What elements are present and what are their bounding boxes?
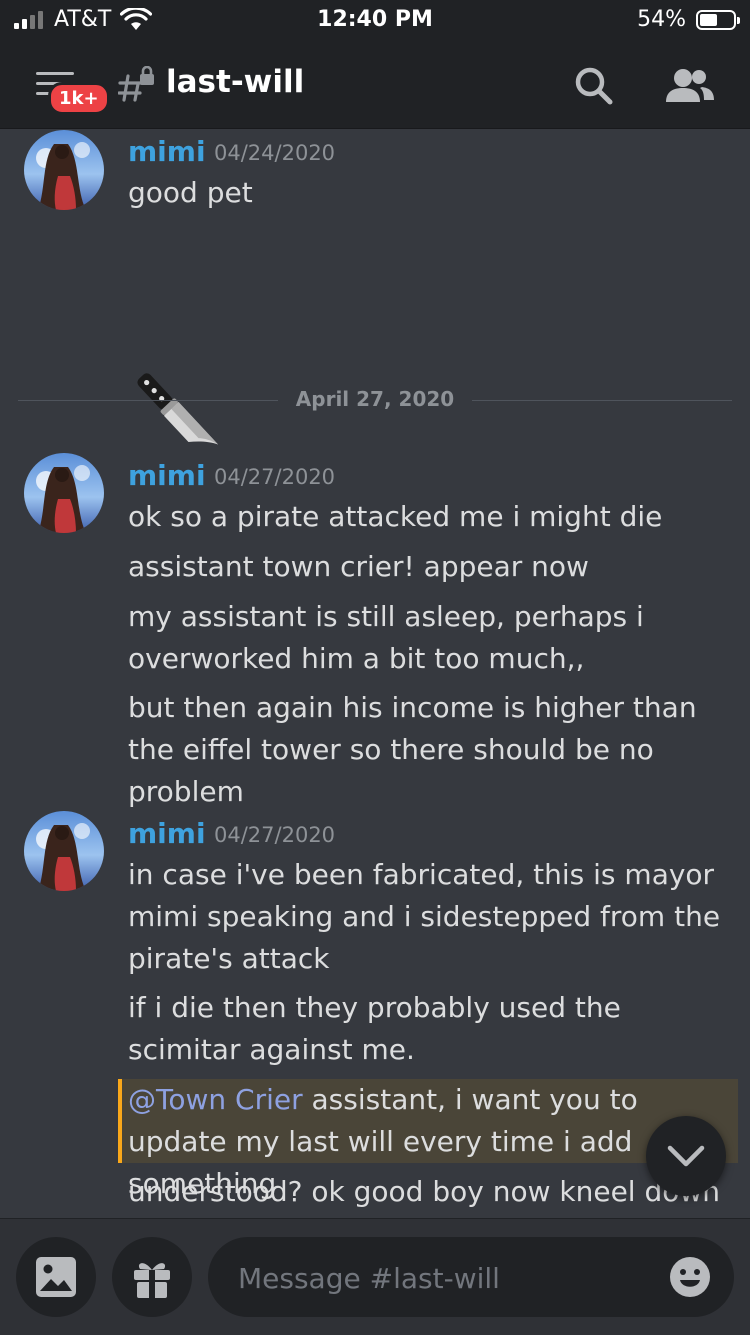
message-text: my assistant is still asleep, perhaps i … [128, 600, 644, 675]
username[interactable]: mimi [128, 135, 206, 168]
members-icon [666, 69, 714, 102]
jump-to-bottom-button[interactable] [646, 1116, 726, 1196]
menu-button[interactable]: 1k+ [30, 68, 110, 116]
message-list[interactable]: mimi 04/24/2020 good pet April 27, 2020 [0, 129, 750, 1218]
search-icon [575, 67, 613, 105]
avatar[interactable] [24, 130, 104, 210]
status-bar: AT&T 12:40 PM 54% [0, 0, 750, 42]
battery-percent: 54% [637, 7, 686, 32]
timestamp: 04/27/2020 [214, 823, 336, 847]
message-composer [0, 1218, 750, 1335]
timestamp: 04/27/2020 [214, 465, 336, 489]
message-input-container[interactable] [208, 1237, 734, 1319]
emoji-icon [670, 1257, 710, 1297]
gift-icon [134, 1263, 170, 1298]
timestamp: 04/24/2020 [214, 141, 336, 165]
chevron-down-icon [667, 1145, 705, 1167]
kitchen-knife-icon [128, 361, 224, 471]
message-text: ok so a pirate attacked me i might die [128, 500, 663, 533]
message-input[interactable] [236, 1237, 650, 1319]
message-text: but then again his income is higher than… [128, 691, 697, 808]
message-text: in case i've been fabricated, this is ma… [128, 858, 721, 975]
channel-name[interactable]: last-will [166, 64, 304, 100]
avatar[interactable] [24, 811, 104, 891]
locked-channel-icon [117, 65, 158, 108]
message-text: @Town Crier assistant, i want you to upd… [128, 1079, 728, 1205]
gift-button[interactable] [112, 1237, 192, 1317]
avatar[interactable] [24, 453, 104, 533]
battery-icon [696, 10, 740, 30]
message-text: if i die then they probably used the sci… [128, 991, 621, 1066]
date-divider: April 27, 2020 [0, 387, 750, 411]
message-text: good pet [128, 176, 253, 209]
username[interactable]: mimi [128, 459, 206, 492]
user-mention[interactable]: @Town Crier [128, 1083, 303, 1116]
upload-image-button[interactable] [16, 1237, 96, 1317]
date-divider-label: April 27, 2020 [277, 387, 473, 411]
search-button[interactable] [572, 64, 616, 108]
emoji-button[interactable] [668, 1255, 712, 1299]
mention-highlight: @Town Crier assistant, i want you to upd… [118, 1079, 738, 1200]
message-text: assistant town crier! appear now [128, 550, 589, 583]
channel-header: 1k+ last-will [0, 42, 750, 129]
members-button[interactable] [664, 64, 716, 108]
unread-badge: 1k+ [48, 82, 110, 115]
username[interactable]: mimi [128, 817, 206, 850]
image-icon [36, 1257, 76, 1297]
